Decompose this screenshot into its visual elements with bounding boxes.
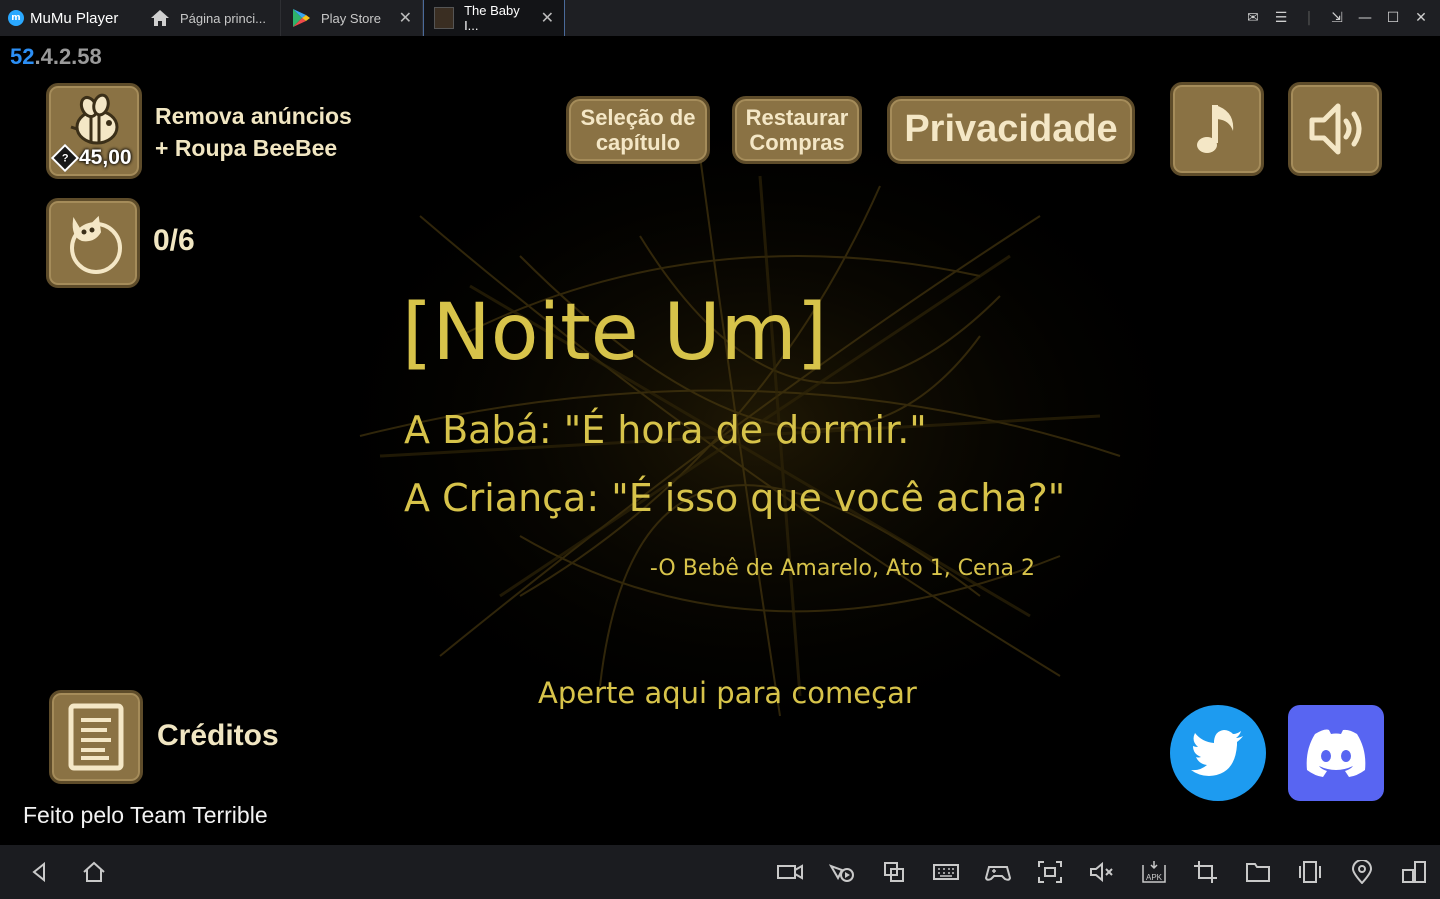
music-note-icon <box>1197 105 1234 153</box>
home-icon <box>151 10 169 26</box>
discord-button[interactable] <box>1288 705 1384 801</box>
game-screen[interactable]: 52.4.2.58 ? 45,00 Remova anúncios + Roup… <box>0 36 1440 845</box>
made-by-text: Feito pelo Team Terrible <box>23 802 268 828</box>
divider: | <box>1306 10 1312 26</box>
game-thumbnail-icon <box>434 7 455 29</box>
chapter-title: [Noite Um] <box>402 288 828 378</box>
home-icon[interactable] <box>81 860 107 884</box>
crop-icon[interactable] <box>1193 860 1219 884</box>
privacy-button[interactable]: Privacidade <box>887 96 1135 164</box>
svg-text:APK: APK <box>1146 873 1163 882</box>
folder-icon[interactable] <box>1245 860 1271 884</box>
twitter-button[interactable] <box>1170 705 1266 801</box>
location-icon[interactable] <box>1349 859 1375 885</box>
tab-the-baby-in-yellow[interactable]: The Baby I... ✕ <box>423 0 565 36</box>
minimize-icon[interactable]: — <box>1358 10 1372 26</box>
emulator-toolbar: APK <box>0 845 1440 899</box>
price-tag: ? 45,00 <box>50 143 132 173</box>
close-icon[interactable]: ✕ <box>541 8 554 28</box>
shrink-icon[interactable]: ⇲ <box>1330 10 1344 26</box>
discord-logo-icon <box>1306 729 1366 777</box>
window-controls: ✉ ☰ | ⇲ — ☐ ✕ <box>1246 0 1440 36</box>
multi-instance-icon[interactable] <box>881 860 907 884</box>
restore-purchases-button[interactable]: Restaurar Compras <box>732 96 862 164</box>
price-value: 45,00 <box>79 146 132 169</box>
chapter-select-button[interactable]: Seleção de capítulo <box>566 96 710 164</box>
credits-button[interactable] <box>49 690 143 784</box>
collectible-count: 0/6 <box>153 224 195 257</box>
remove-ads-text[interactable]: Remova anúncios + Roupa BeeBee <box>155 100 352 164</box>
start-prompt[interactable]: Aperte aqui para começar <box>538 676 917 710</box>
play-store-icon <box>293 9 310 27</box>
keyboard-icon[interactable] <box>933 860 959 884</box>
emulator-title-bar: m MuMu Player Página princi... Play Stor… <box>0 0 1440 36</box>
shake-icon[interactable] <box>1297 860 1323 884</box>
volume-mute-icon[interactable] <box>1089 860 1115 884</box>
remove-ads-button[interactable]: ? 45,00 <box>46 83 142 179</box>
version-label: 52.4.2.58 <box>10 44 102 69</box>
menu-icon[interactable]: ☰ <box>1274 10 1288 26</box>
screenshot-icon[interactable] <box>1037 860 1063 884</box>
tab-label: Página princi... <box>180 10 266 26</box>
tab-label: Play Store <box>321 10 381 26</box>
music-toggle-button[interactable] <box>1170 82 1264 176</box>
credits-label[interactable]: Créditos <box>157 719 279 753</box>
back-icon[interactable] <box>27 860 53 884</box>
remove-ads-line1: Remova anúncios <box>155 103 352 129</box>
install-apk-icon[interactable]: APK <box>1141 860 1167 884</box>
gamepad-icon[interactable] <box>984 860 1012 884</box>
speaker-icon <box>1309 103 1362 155</box>
app-brand: m MuMu Player <box>0 0 140 36</box>
tab-play-store[interactable]: Play Store ✕ <box>281 0 423 36</box>
close-window-icon[interactable]: ✕ <box>1414 10 1428 26</box>
cat-face-icon <box>70 215 122 274</box>
remove-ads-line2: + Roupa BeeBee <box>155 135 338 161</box>
quote-line-1: A Babá: "É hora de dormir." <box>404 408 927 452</box>
twitter-bird-icon <box>1191 730 1243 776</box>
mail-icon[interactable]: ✉ <box>1246 10 1260 26</box>
maximize-icon[interactable]: ☐ <box>1386 10 1400 26</box>
record-video-icon[interactable] <box>777 860 803 884</box>
restore-line2: Compras <box>749 130 845 155</box>
sound-toggle-button[interactable] <box>1288 82 1382 176</box>
app-name: MuMu Player <box>30 9 119 27</box>
tab-label: The Baby I... <box>464 3 520 33</box>
restore-line1: Restaurar <box>745 104 849 130</box>
collectibles-button[interactable] <box>46 198 140 288</box>
tab-home[interactable]: Página princi... <box>140 0 281 36</box>
chapter-select-line1: Seleção de <box>580 104 696 130</box>
document-icon <box>68 703 124 771</box>
operation-record-icon[interactable] <box>828 860 855 884</box>
privacy-label: Privacidade <box>904 108 1118 151</box>
close-icon[interactable]: ✕ <box>399 8 412 28</box>
quote-line-2: A Criança: "É isso que você acha?" <box>404 476 1066 520</box>
split-screen-icon[interactable] <box>1401 860 1427 884</box>
chapter-select-line2: capítulo <box>595 130 681 155</box>
mumu-logo-icon: m <box>8 10 24 26</box>
quote-attribution: -O Bebê de Amarelo, Ato 1, Cena 2 <box>649 556 1035 581</box>
diamond-icon: ? <box>50 143 80 173</box>
